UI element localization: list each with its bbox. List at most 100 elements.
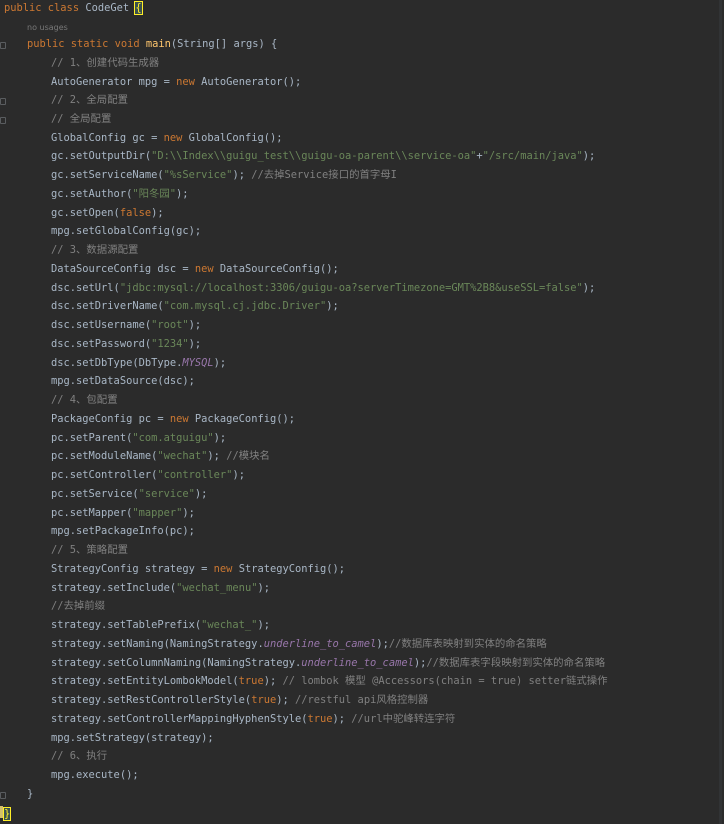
code-line[interactable]: // 4、包配置 <box>51 391 118 409</box>
code-token: ); <box>413 657 427 669</box>
code-token: false <box>119 207 152 219</box>
code-token: ); <box>207 450 227 462</box>
code-token: new <box>176 76 202 88</box>
code-token: gc.setAuthor( <box>51 188 133 200</box>
code-token: //数据库表字段映射到实体的命名策略 <box>426 657 606 669</box>
code-token: public class <box>4 2 86 14</box>
code-line[interactable]: gc.setAuthor("阳冬园"); <box>51 185 189 203</box>
code-token: //模块名 <box>226 450 270 462</box>
code-token: strategy.setEntityLombokModel( <box>51 675 239 687</box>
code-line[interactable]: strategy.setEntityLombokModel(true); // … <box>51 672 608 690</box>
code-token: ); <box>257 582 270 594</box>
code-token: // 6、执行 <box>51 750 108 762</box>
code-line[interactable]: strategy.setRestControllerStyle(true); /… <box>51 691 428 709</box>
code-line[interactable]: mpg.setPackageInfo(pc); <box>51 522 195 540</box>
code-token: ); <box>151 207 164 219</box>
code-token: CodeGet <box>85 2 136 14</box>
code-token: ); <box>263 675 283 687</box>
code-line[interactable]: pc.setParent("com.atguigu"); <box>51 429 226 447</box>
code-token: // 2、全局配置 <box>51 94 128 106</box>
code-area[interactable]: no usages public class CodeGet {public s… <box>2 0 720 824</box>
code-token: StrategyConfig strategy = <box>51 563 214 575</box>
code-token: GlobalConfig gc = <box>51 132 164 144</box>
code-line[interactable]: gc.setServiceName("%sService"); //去掉Serv… <box>51 166 397 184</box>
code-token: pc.setModuleName( <box>51 450 158 462</box>
code-line[interactable]: strategy.setNaming(NamingStrategy.underl… <box>51 635 547 653</box>
code-line[interactable]: } <box>2 805 12 823</box>
code-line[interactable]: pc.setModuleName("wechat"); //模块名 <box>51 447 270 465</box>
code-line[interactable]: strategy.setTablePrefix("wechat_"); <box>51 616 270 634</box>
code-line[interactable]: pc.setMapper("mapper"); <box>51 504 195 522</box>
code-token: mpg.execute(); <box>51 769 139 781</box>
code-token: "com.atguigu" <box>132 432 214 444</box>
code-line[interactable]: //去掉前缀 <box>51 597 105 615</box>
code-token: AutoGenerator(); <box>201 76 302 88</box>
code-token: public static void <box>27 38 146 50</box>
code-token: dsc.setDriverName( <box>51 300 164 312</box>
code-token: // 3、数据源配置 <box>51 244 139 256</box>
code-token: dsc.setUsername( <box>51 319 152 331</box>
code-line[interactable]: // 全局配置 <box>51 110 111 128</box>
code-token: "wechat_menu" <box>176 582 258 594</box>
code-token: ); <box>188 319 202 331</box>
code-token: // 5、策略配置 <box>51 544 128 556</box>
code-line[interactable]: mpg.setDataSource(dsc); <box>51 372 195 390</box>
code-line[interactable]: mpg.execute(); <box>51 766 139 784</box>
code-line[interactable]: gc.setOpen(false); <box>51 204 164 222</box>
code-token: // 1、创建代码生成器 <box>51 57 160 69</box>
code-editor[interactable]: no usages public class CodeGet {public s… <box>0 0 724 824</box>
code-line[interactable]: // 6、执行 <box>51 747 107 765</box>
code-token: ); <box>232 169 252 181</box>
code-token: mpg.setDataSource(dsc); <box>51 375 195 387</box>
code-line[interactable]: dsc.setDriverName("com.mysql.cj.jdbc.Dri… <box>51 297 339 315</box>
code-token: dsc.setUrl( <box>51 282 120 294</box>
code-line[interactable]: dsc.setPassword("1234"); <box>51 335 201 353</box>
code-line[interactable]: dsc.setUrl("jdbc:mysql://localhost:3306/… <box>51 279 595 297</box>
code-line[interactable]: pc.setController("controller"); <box>51 466 245 484</box>
code-token: ); <box>582 150 596 162</box>
code-token: mpg.setGlobalConfig(gc); <box>51 225 202 237</box>
code-line[interactable]: AutoGenerator mpg = new AutoGenerator(); <box>51 73 301 91</box>
code-token: "controller" <box>157 469 233 481</box>
code-line[interactable]: } <box>27 785 33 803</box>
code-token: { <box>134 1 143 15</box>
code-token: ); <box>232 469 245 481</box>
code-line[interactable]: strategy.setColumnNaming(NamingStrategy.… <box>51 654 605 672</box>
code-token: strategy.setInclude( <box>51 582 177 594</box>
code-token: strategy.setTablePrefix( <box>51 619 202 631</box>
code-line[interactable]: mpg.setGlobalConfig(gc); <box>51 222 201 240</box>
code-token: //去掉Service接口的首字母I <box>251 169 397 181</box>
code-line[interactable]: strategy.setControllerMappingHyphenStyle… <box>51 710 455 728</box>
code-line[interactable]: strategy.setInclude("wechat_menu"); <box>51 579 270 597</box>
code-token: new <box>169 413 195 425</box>
code-token: gc.setOpen( <box>51 207 120 219</box>
code-token: "/src/main/java" <box>482 150 583 162</box>
code-line[interactable]: GlobalConfig gc = new GlobalConfig(); <box>51 129 282 147</box>
code-token: dsc.setPassword( <box>51 338 152 350</box>
code-line[interactable]: // 1、创建代码生成器 <box>51 54 159 72</box>
code-token: PackageConfig(); <box>194 413 295 425</box>
code-line[interactable]: // 5、策略配置 <box>51 541 128 559</box>
code-token: //url中驼峰转连字符 <box>351 713 456 725</box>
code-token: DataSourceConfig dsc = <box>51 263 195 275</box>
code-token: "jdbc:mysql://localhost:3306/guigu-oa?se… <box>119 282 583 294</box>
vertical-scrollbar[interactable] <box>719 0 722 824</box>
code-line[interactable]: public static void main(String[] args) { <box>27 35 277 53</box>
code-token: ); <box>176 188 189 200</box>
code-line[interactable]: dsc.setUsername("root"); <box>51 316 201 334</box>
code-line[interactable]: pc.setService("service"); <box>51 485 207 503</box>
code-line[interactable]: StrategyConfig strategy = new StrategyCo… <box>51 560 345 578</box>
code-line[interactable]: mpg.setStrategy(strategy); <box>51 729 214 747</box>
code-line[interactable]: PackageConfig pc = new PackageConfig(); <box>51 410 295 428</box>
code-token: //数据库表映射到实体的命名策略 <box>388 638 547 650</box>
code-token: //restful api风格控制器 <box>295 694 429 706</box>
code-line[interactable]: DataSourceConfig dsc = new DataSourceCon… <box>51 260 339 278</box>
code-token: "wechat" <box>157 450 208 462</box>
code-line[interactable]: // 3、数据源配置 <box>51 241 138 259</box>
code-line[interactable]: gc.setOutputDir("D:\\Index\\guigu_test\\… <box>51 147 595 165</box>
code-line[interactable]: public class CodeGet { <box>4 0 143 17</box>
code-line[interactable]: dsc.setDbType(DbType.MYSQL); <box>51 354 226 372</box>
code-token: main <box>145 38 171 50</box>
code-line[interactable]: // 2、全局配置 <box>51 91 128 109</box>
code-token: DataSourceConfig(); <box>219 263 339 275</box>
